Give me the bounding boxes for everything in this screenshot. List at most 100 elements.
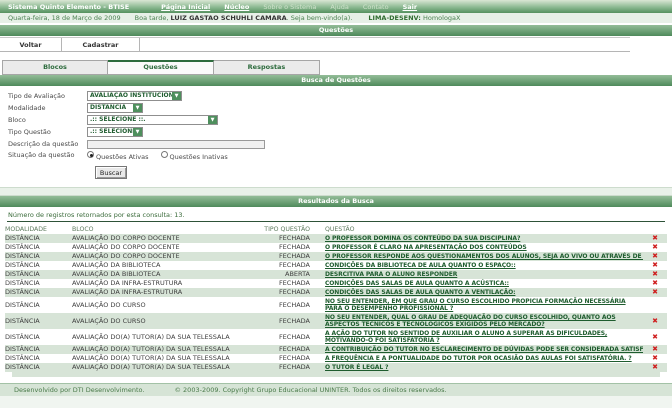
bloco-value: .:: SELECIONE ::. [90,116,146,123]
table-row: DISTÂNCIA AVALIAÇÃO DA INFRA-ESTRUTURA FEC… [5,279,667,288]
results-body: Número de registros retornados por esta … [0,211,672,377]
environment-value: HomologaX [420,14,461,22]
delete-icon[interactable]: ✖ [643,252,667,261]
cell-bloco: AVALIAÇÃO DO(A) TUTOR(A) DA SUA TELESSAL… [72,354,230,362]
section-divider [0,187,672,196]
table-header-row: MODALIDADE BLOCO TIPO QUESTÃO QUESTÃO [5,224,667,234]
tab-respostas[interactable]: Respostas [214,60,320,75]
question-link[interactable]: O PROFESSOR RESPONDE AOS QUESTIONAMENTOS… [325,253,643,260]
top-nav-bar: Sistema Quinto Elemento - BTISE Página I… [0,0,672,13]
delete-icon[interactable]: ✖ [643,354,667,363]
descricao-input[interactable] [87,139,265,149]
cell-questao: A FREQUÊNCIA E A PONTUALIDADE DO TUTOR P… [310,354,643,363]
cell-tipo-questao: FECHADA [278,252,310,260]
greeting-text: Boa tarde, LUIZ GASTAO SCHUHLI CAMARA. S… [135,14,353,22]
delete-icon[interactable]: ✖ [643,288,667,297]
question-link[interactable]: O PROFESSOR É CLARO NA APRESENTAÇÃO DOS … [325,244,527,251]
delete-icon[interactable]: ✖ [643,329,667,345]
cell-modalidade: DISTÂNCIA [5,279,40,287]
cell-tipo-questao: FECHADA [278,363,310,371]
tipo-questao-label: Tipo Questão [8,128,51,136]
question-link[interactable]: DESRCITIVA PARA O ALUNO RESPONDER [325,271,457,278]
voltar-button[interactable]: Voltar [0,38,62,51]
question-link[interactable]: CONDIÇÕES DAS SALAS DE AULA QUANTO A ACÚ… [325,280,509,287]
modalidade-select[interactable]: DISTÂNCIA ▼ [87,103,143,113]
table-row: DISTÂNCIA AVALIAÇÃO DO CURSO FECHADA NO SEU… [5,313,667,329]
table-row: DISTÂNCIA AVALIAÇÃO DO(A) TUTOR(A) DA SUA… [5,329,667,345]
cell-bloco: AVALIAÇÃO DO(A) TUTOR(A) DA SUA TELESSAL… [72,363,230,371]
table-row: DISTÂNCIA AVALIAÇÃO DO(A) TUTOR(A) DA SUA… [5,345,667,354]
nav-item-sair[interactable]: Sair [403,3,418,11]
search-panel: Busca de Questões Tipo de Avaliação AVAL… [0,75,672,184]
cell-tipo-questao: FECHADA [278,243,310,251]
cell-tipo-questao: FECHADA [278,332,310,341]
column-header-bloco: BLOCO [72,226,94,233]
chevron-down-icon: ▼ [133,104,142,112]
cell-tipo-questao: FECHADA [278,316,310,325]
form-row-modalidade: Modalidade DISTÂNCIA ▼ [8,103,672,113]
cell-modalidade: DISTÂNCIA [5,270,40,278]
cell-bloco: AVALIAÇÃO DO CURSO [72,300,146,309]
modalidade-label: Modalidade [8,104,46,112]
cell-bloco: AVALIAÇÃO DA BIBLIOTECA [72,270,161,278]
results-section-title: Resultados da Busca [298,197,374,205]
nav-item-pagina-inicial[interactable]: Página Inicial [161,3,210,11]
delete-icon[interactable]: ✖ [643,363,667,372]
questoes-inativas-radio[interactable] [160,151,168,158]
tab-questoes[interactable]: Questões [108,60,214,75]
question-link[interactable]: A CONTRIBUIÇÃO DO TUTOR NO ESCLARECIMENT… [325,346,643,353]
question-link[interactable]: NO SEU ENTENDER, QUAL O GRAU DE ADEQUAÇÃ… [325,314,616,328]
tipo-questao-select[interactable]: .:: SELECIONE ::. ▼ [87,127,143,137]
cadastrar-button[interactable]: Cadastrar [62,38,140,51]
question-link[interactable]: O TUTOR É LEGAL ? [325,364,389,371]
tipo-avaliacao-select[interactable]: AVALIAÇÃO INSTITUCIONAL ▼ [87,91,182,101]
tab-blocos[interactable]: Blocos [2,60,108,75]
nav-item-nucleo[interactable]: Núcleo [224,3,249,11]
table-row: DISTÂNCIA AVALIAÇÃO DA BIBLIOTECA FECHADA C… [5,261,667,270]
cell-tipo-questao: ABERTA [285,270,310,278]
table-row: DISTÂNCIA AVALIAÇÃO DO CORPO DOCENTE FECHA… [5,243,667,252]
cell-bloco: AVALIAÇÃO DO CURSO [72,316,146,325]
cell-questao: A AÇÃO DO TUTOR NO SENTIDO DE AUXILIAR O… [310,329,643,345]
question-link[interactable]: A AÇÃO DO TUTOR NO SENTIDO DE AUXILIAR O… [325,330,607,344]
cell-modalidade: DISTÂNCIA [5,300,40,309]
cell-tipo-questao: FECHADA [278,354,310,362]
question-link[interactable]: O PROFESSOR DOMINA OS CONTEÚDO DA SUA DI… [325,235,520,242]
cell-questao: O PROFESSOR É CLARO NA APRESENTAÇÃO DOS … [310,243,643,252]
page-bottom-area [0,396,672,408]
cell-modalidade: DISTÂNCIA [5,363,40,371]
cell-tipo-questao: FECHADA [278,345,310,353]
cell-modalidade: DISTÂNCIA [5,354,40,362]
question-link[interactable]: NO SEU ENTENDER, EM QUE GRAU O CURSO ESC… [325,298,626,312]
question-link[interactable]: A FREQUÊNCIA E A PONTUALIDADE DO TUTOR P… [325,355,632,362]
search-section-header: Busca de Questões [0,75,672,86]
delete-icon[interactable]: ✖ [643,270,667,279]
questoes-ativas-radio[interactable] [87,151,94,158]
nav-item-ajuda[interactable]: Ajuda [330,3,348,11]
chevron-down-icon: ▼ [208,116,217,124]
app-title: Sistema Quinto Elemento - BTISE [8,2,130,11]
delete-icon[interactable]: ✖ [643,243,667,252]
table-row: DISTÂNCIA AVALIAÇÃO DO CORPO DOCENTE FECHA… [5,234,667,243]
delete-icon[interactable]: ✖ [643,261,667,270]
greeting-prefix: Boa tarde, [134,14,171,22]
delete-icon[interactable]: ✖ [643,234,667,243]
delete-icon[interactable]: ✖ [643,279,667,288]
cell-bloco: AVALIAÇÃO DO(A) TUTOR(A) DA SUA TELESSAL… [72,345,230,353]
question-link[interactable]: CONDIÇÕES DA BIBLIOTECA DE AULA QUANTO O… [325,262,516,269]
cell-bloco: AVALIAÇÃO DO CORPO DOCENTE [72,234,180,242]
cell-bloco: AVALIAÇÃO DO(A) TUTOR(A) DA SUA TELESSAL… [72,332,230,341]
cell-modalidade: DISTÂNCIA [5,234,40,242]
question-link[interactable]: CONDIÇÕES DAS SALAS DE AULA QUANTO A VEN… [325,289,516,296]
delete-icon[interactable]: ✖ [643,345,667,354]
buscar-button[interactable]: Buscar [95,166,127,179]
environment-label: LIMA-DESENV: [368,14,421,22]
bloco-select[interactable]: .:: SELECIONE ::. ▼ [87,115,218,125]
column-header-modalidade: MODALIDADE [5,226,47,233]
cell-questao: NO SEU ENTENDER, QUAL O GRAU DE ADEQUAÇÃ… [310,313,643,329]
cell-questao: NO SEU ENTENDER, EM QUE GRAU O CURSO ESC… [310,297,643,313]
nav-item-contato[interactable]: Contato [363,3,389,11]
delete-icon[interactable]: ✖ [643,313,667,329]
nav-item-sobre-o-sistema[interactable]: Sobre o Sistema [263,3,316,11]
cell-tipo-questao: FECHADA [278,261,310,269]
